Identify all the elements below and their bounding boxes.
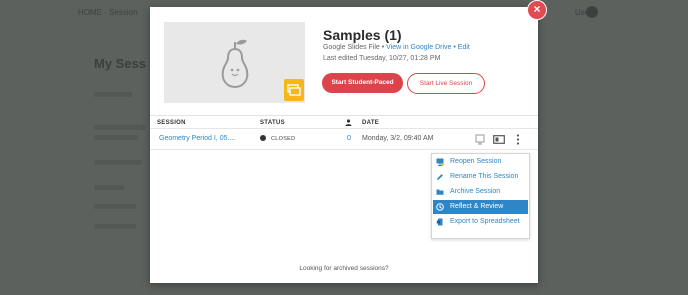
- projector-icon[interactable]: [475, 134, 485, 145]
- menu-item-label: Reflect & Review: [450, 203, 504, 210]
- start-student-paced-button[interactable]: Start Student-Paced: [322, 73, 403, 93]
- close-icon[interactable]: ×: [527, 0, 547, 20]
- file-thumbnail[interactable]: [164, 22, 305, 103]
- pencil-icon: [437, 174, 443, 180]
- menu-item-archive-session[interactable]: Archive Session: [433, 185, 528, 199]
- divider: [150, 128, 538, 129]
- menu-item-reflect-review[interactable]: Reflect & Review: [433, 200, 528, 214]
- student-count-icon: [345, 119, 352, 126]
- start-live-session-button[interactable]: Start Live Session: [407, 73, 485, 94]
- student-count[interactable]: 0: [347, 135, 351, 142]
- background-line: [94, 135, 138, 140]
- menu-item-label: Archive Session: [450, 188, 501, 195]
- background-line: [94, 125, 146, 130]
- background-line: [94, 224, 136, 229]
- column-header-date: DATE: [362, 120, 380, 126]
- background-page-title: My Sess: [94, 56, 147, 71]
- reflect-icon: [436, 203, 444, 211]
- background-line: [94, 160, 142, 165]
- menu-item-label: Reopen Session: [450, 158, 502, 165]
- menu-item-label: Rename This Session: [450, 173, 519, 180]
- background-line: [94, 185, 124, 190]
- menu-item-reopen-session[interactable]: Reopen Session: [433, 155, 528, 169]
- menu-item-export-spreadsheet[interactable]: Export to Spreadsheet: [433, 215, 528, 229]
- avatar: [586, 6, 598, 18]
- menu-item-label: Export to Spreadsheet: [450, 218, 520, 225]
- more-options-icon[interactable]: [516, 134, 520, 145]
- pear-icon: [221, 39, 249, 89]
- page-title: Samples (1): [323, 27, 402, 43]
- meta-separator: •: [381, 44, 385, 51]
- archived-sessions-link[interactable]: Looking for archived sessions?: [150, 265, 538, 272]
- background-line: [94, 204, 136, 209]
- background-line: [94, 92, 132, 97]
- google-slides-icon: [284, 79, 304, 101]
- session-options-menu: Reopen Session Rename This Session Archi…: [431, 153, 530, 239]
- session-name-link[interactable]: Geometry Period I, 05....: [159, 135, 235, 142]
- status-indicator: [260, 135, 266, 141]
- meta-separator: •: [453, 44, 456, 51]
- column-header-session: SESSION: [157, 120, 186, 126]
- file-meta: Google Slides File • View in Google Driv…: [323, 44, 470, 51]
- menu-item-rename-session[interactable]: Rename This Session: [433, 170, 528, 184]
- folder-icon: [436, 189, 444, 195]
- edit-link[interactable]: Edit: [458, 44, 470, 51]
- file-type-label: Google Slides File: [323, 44, 380, 51]
- status-badge: CLOSED: [271, 136, 296, 142]
- spreadsheet-icon: [436, 218, 443, 226]
- session-modal: Samples (1) Google Slides File • View in…: [150, 7, 538, 283]
- present-icon[interactable]: [493, 135, 505, 144]
- view-in-drive-link[interactable]: View in Google Drive: [386, 44, 451, 51]
- last-edited-label: Last edited Tuesday, 10/27, 01:28 PM: [323, 55, 441, 62]
- session-date: Monday, 3/2, 09:40 AM: [362, 135, 434, 142]
- monitor-icon: [436, 158, 444, 166]
- background-nav: HOME · Session: [78, 8, 138, 17]
- column-header-status: STATUS: [260, 120, 285, 126]
- divider: [150, 149, 538, 150]
- divider: [150, 115, 538, 116]
